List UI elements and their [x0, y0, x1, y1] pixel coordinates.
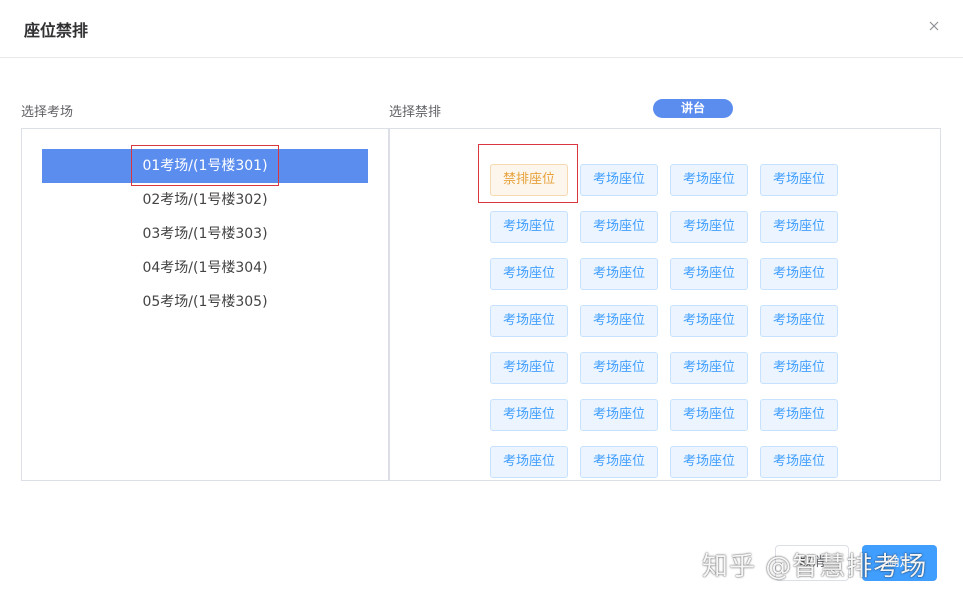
- room-item-03[interactable]: 03考场/(1号楼303): [42, 217, 368, 251]
- seat[interactable]: 考场座位: [670, 305, 748, 337]
- room-list-panel: 01考场/(1号楼301) 02考场/(1号楼302) 03考场/(1号楼303…: [21, 128, 389, 481]
- seat[interactable]: 考场座位: [580, 446, 658, 478]
- seat-ban-dialog: 座位禁排 选择考场 选择禁排 讲台 01考场/(1号楼301) 02考场/(1号…: [0, 0, 963, 604]
- seat[interactable]: 考场座位: [760, 211, 838, 243]
- seat[interactable]: 考场座位: [760, 164, 838, 196]
- seat[interactable]: 考场座位: [670, 352, 748, 384]
- room-item-04[interactable]: 04考场/(1号楼304): [42, 251, 368, 285]
- podium-badge: 讲台: [653, 99, 733, 118]
- seat[interactable]: 考场座位: [760, 258, 838, 290]
- watermark: 知乎 @智慧排考场: [702, 552, 928, 582]
- seat[interactable]: 考场座位: [760, 446, 838, 478]
- seat[interactable]: 考场座位: [670, 399, 748, 431]
- seat-panel: 禁排座位 考场座位 考场座位 考场座位 考场座位 考场座位 考场座位 考场座位 …: [389, 128, 941, 481]
- seat[interactable]: 考场座位: [580, 305, 658, 337]
- seat[interactable]: 考场座位: [580, 258, 658, 290]
- room-item-05[interactable]: 05考场/(1号楼305): [42, 285, 368, 319]
- seat[interactable]: 考场座位: [670, 446, 748, 478]
- seat[interactable]: 考场座位: [760, 399, 838, 431]
- seat[interactable]: 考场座位: [760, 352, 838, 384]
- room-item-01[interactable]: 01考场/(1号楼301): [42, 149, 368, 183]
- room-item-02[interactable]: 02考场/(1号楼302): [42, 183, 368, 217]
- seat[interactable]: 考场座位: [490, 399, 568, 431]
- select-ban-label: 选择禁排: [389, 105, 442, 120]
- seat[interactable]: 考场座位: [490, 305, 568, 337]
- seat[interactable]: 考场座位: [490, 446, 568, 478]
- seat[interactable]: 考场座位: [670, 164, 748, 196]
- seat[interactable]: 考场座位: [760, 305, 838, 337]
- room-list: 01考场/(1号楼301) 02考场/(1号楼302) 03考场/(1号楼303…: [42, 149, 368, 319]
- seat[interactable]: 考场座位: [580, 399, 658, 431]
- seat[interactable]: 考场座位: [580, 352, 658, 384]
- seat[interactable]: 考场座位: [580, 211, 658, 243]
- seat[interactable]: 考场座位: [670, 258, 748, 290]
- dialog-header: 座位禁排: [0, 0, 963, 58]
- dialog-title: 座位禁排: [24, 21, 89, 40]
- seat-banned[interactable]: 禁排座位: [490, 164, 568, 196]
- seat[interactable]: 考场座位: [670, 211, 748, 243]
- seat[interactable]: 考场座位: [490, 211, 568, 243]
- select-room-label: 选择考场: [21, 105, 74, 120]
- seat[interactable]: 考场座位: [580, 164, 658, 196]
- seat[interactable]: 考场座位: [490, 352, 568, 384]
- seat[interactable]: 考场座位: [490, 258, 568, 290]
- close-icon[interactable]: [927, 18, 941, 32]
- seat-grid: 禁排座位 考场座位 考场座位 考场座位 考场座位 考场座位 考场座位 考场座位 …: [490, 164, 838, 478]
